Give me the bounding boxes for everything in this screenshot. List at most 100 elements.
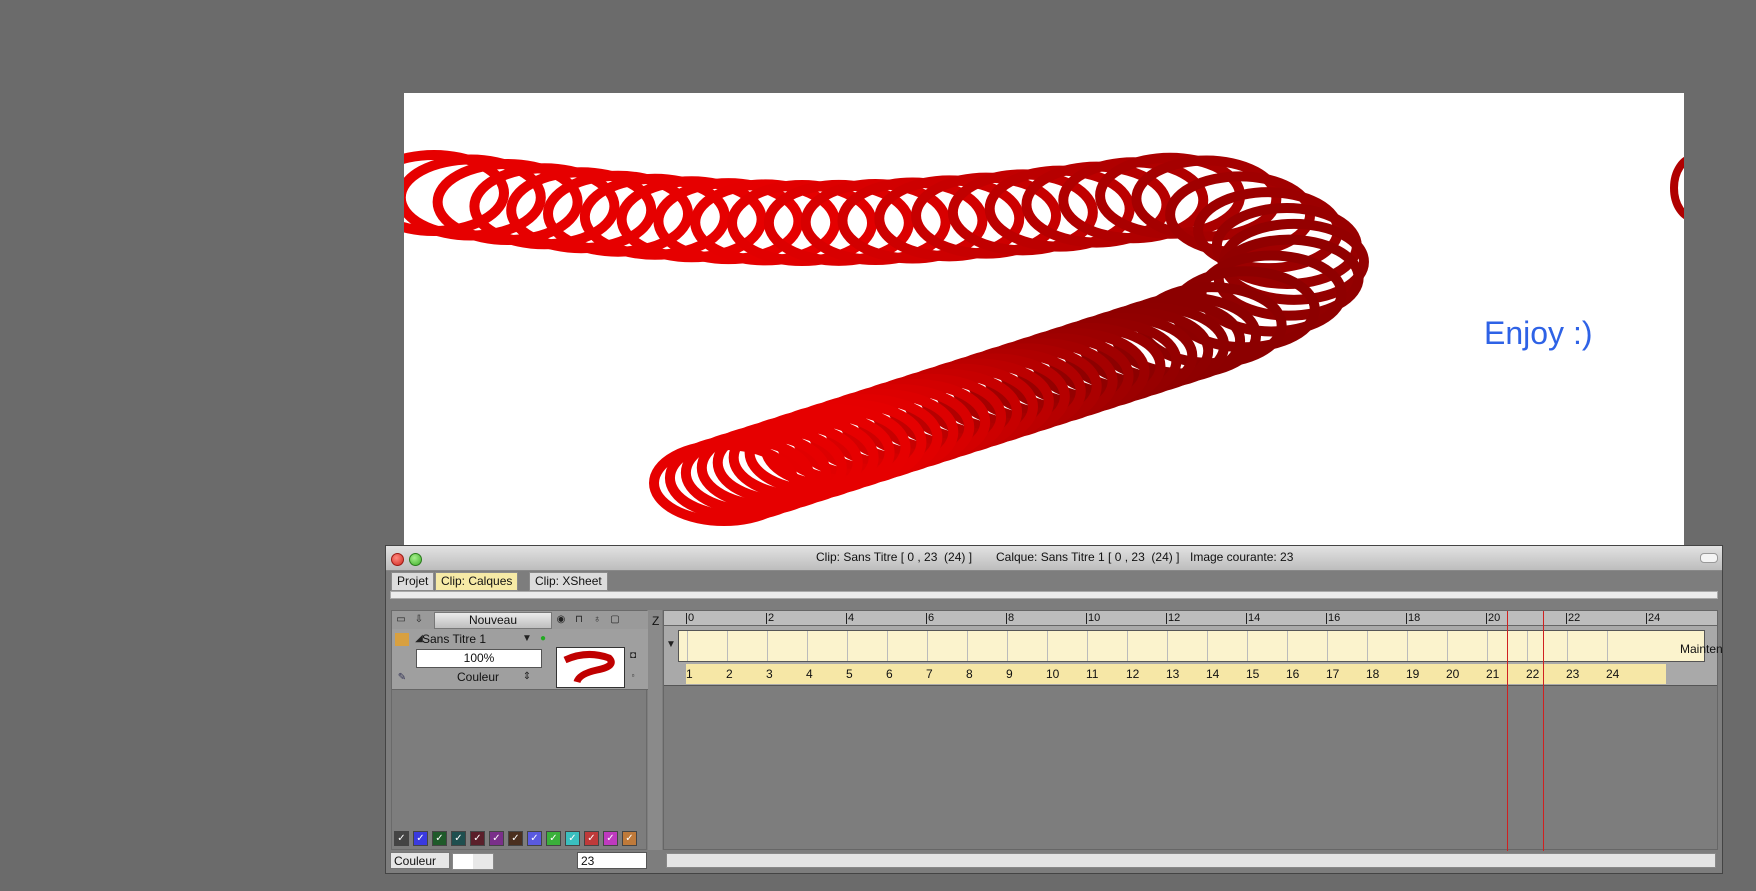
triangle-icon[interactable]: ◢ <box>412 632 426 645</box>
frame-cell[interactable] <box>847 631 848 661</box>
track-chevron-icon[interactable]: ▼ <box>664 638 678 651</box>
layer-type-icon <box>395 633 409 646</box>
frame-cell[interactable] <box>1127 631 1128 661</box>
ruler-tick: 4 <box>846 612 855 624</box>
timeline[interactable]: 0 2 4 6 8 10 12 14 16 18 20 22 24 ▼ 1 2 3 4 5 6 7 8 9 10 11 12 1… <box>663 610 1722 851</box>
frame-cell[interactable] <box>1487 631 1488 661</box>
frame-cell[interactable] <box>1367 631 1368 661</box>
frame-number: 13 <box>1166 667 1180 681</box>
frame-number: 7 <box>926 667 933 681</box>
close-icon[interactable] <box>391 553 404 566</box>
color-swatch[interactable]: ✓ <box>432 831 447 846</box>
layer-info: Calque: Sans Titre 1 [ 0 , 23 (24) ] <box>996 550 1180 564</box>
layer-name[interactable]: Sans Titre 1 <box>422 632 486 646</box>
frame-cell[interactable] <box>1447 631 1448 661</box>
frame-cell[interactable] <box>1047 631 1048 661</box>
frame-cell[interactable] <box>1527 631 1528 661</box>
ruler-tick: 20 <box>1486 612 1501 624</box>
frame-cell[interactable] <box>1007 631 1008 661</box>
color-swatch[interactable]: ✓ <box>489 831 504 846</box>
bottom-mode-select[interactable]: Couleur <box>390 852 450 869</box>
timeline-ruler[interactable]: 0 2 4 6 8 10 12 14 16 18 20 22 24 <box>664 611 1717 626</box>
frame-input[interactable]: 23 <box>577 852 647 869</box>
frame-cell[interactable] <box>1327 631 1328 661</box>
frame-number: 12 <box>1126 667 1140 681</box>
bulb-icon[interactable]: ♁ <box>590 613 604 626</box>
color-swatch[interactable]: ✓ <box>546 831 561 846</box>
frame-numbers: 1 2 3 4 5 6 7 8 9 10 11 12 13 14 15 16 17 18 19 20 21 22 23 24 <box>686 664 1666 684</box>
import-icon[interactable]: ⇩ <box>412 613 426 626</box>
mask-icon[interactable]: ◘ <box>626 649 640 662</box>
frame-number: 3 <box>766 667 773 681</box>
visible-dot-icon[interactable]: ● <box>536 632 550 645</box>
frame-cell[interactable] <box>687 631 688 661</box>
window-titlebar[interactable]: Clip: Sans Titre [ 0 , 23 (24) ] Calque:… <box>386 546 1722 571</box>
frame-cell[interactable] <box>887 631 888 661</box>
z-label: Z <box>652 614 660 628</box>
ruler-tick: 6 <box>926 612 935 624</box>
ruler-tick: 10 <box>1086 612 1101 624</box>
frame-cells[interactable] <box>678 630 1705 662</box>
frame-cell[interactable] <box>807 631 808 661</box>
color-swatch[interactable]: ✓ <box>603 831 618 846</box>
playhead-start[interactable] <box>1507 611 1508 851</box>
frame-number: 22 <box>1526 667 1540 681</box>
color-swatch[interactable]: ✓ <box>508 831 523 846</box>
folder-icon[interactable]: ▭ <box>394 613 408 626</box>
opacity-field[interactable]: 100% <box>416 649 542 668</box>
frame-cell[interactable] <box>1167 631 1168 661</box>
frame-icon[interactable]: ▢ <box>608 613 622 626</box>
color-swatch[interactable]: ✓ <box>413 831 428 846</box>
color-swatch[interactable]: ✓ <box>527 831 542 846</box>
frame-number: 15 <box>1246 667 1260 681</box>
tab-clip-xsheet[interactable]: Clip: XSheet <box>529 572 608 591</box>
ruler-tick: 24 <box>1646 612 1661 624</box>
frame-cell[interactable] <box>727 631 728 661</box>
frame-cell[interactable] <box>927 631 928 661</box>
frame-number: 16 <box>1286 667 1300 681</box>
tab-projet[interactable]: Projet <box>391 572 435 591</box>
color-swatch[interactable]: ✓ <box>622 831 637 846</box>
ruler-tick: 16 <box>1326 612 1341 624</box>
frame-number: 10 <box>1046 667 1060 681</box>
horizontal-scrollbar[interactable] <box>666 853 1716 868</box>
stepper-icon[interactable]: ⇕ <box>520 670 534 683</box>
frame-cell[interactable] <box>1087 631 1088 661</box>
frame-cell[interactable] <box>1287 631 1288 661</box>
lock-icon[interactable]: ⊓ <box>572 613 586 626</box>
chevron-down-icon[interactable]: ▼ <box>520 632 534 645</box>
color-swatch[interactable]: ✓ <box>394 831 409 846</box>
frame-cell[interactable] <box>967 631 968 661</box>
frame-number: 24 <box>1606 667 1620 681</box>
frame-cell[interactable] <box>1407 631 1408 661</box>
tab-clip-calques[interactable]: Clip: Calques <box>435 572 519 591</box>
frame-number: 2 <box>726 667 733 681</box>
frame-cell[interactable] <box>767 631 768 661</box>
eye-icon[interactable]: ◉ <box>554 613 568 626</box>
color-swatch[interactable]: ✓ <box>584 831 599 846</box>
hold-label: Maintenir <box>1680 642 1722 656</box>
current-color-swatch[interactable] <box>452 853 494 870</box>
frame-number: 21 <box>1486 667 1500 681</box>
zoom-icon[interactable] <box>409 553 422 566</box>
color-swatch[interactable]: ✓ <box>470 831 485 846</box>
pencil-icon: ✎ <box>397 672 407 683</box>
layer-divider[interactable] <box>648 610 662 850</box>
small-square-icon[interactable]: ▫ <box>626 669 640 682</box>
frame-cell[interactable] <box>1247 631 1248 661</box>
frame-cell[interactable] <box>1207 631 1208 661</box>
frame-cell[interactable] <box>1567 631 1568 661</box>
frame-number: 11 <box>1086 667 1099 681</box>
drawing-canvas[interactable]: Enjoy :) <box>404 93 1684 545</box>
new-layer-button[interactable]: Nouveau <box>434 612 552 629</box>
playhead-end[interactable] <box>1543 611 1544 851</box>
color-swatch[interactable]: ✓ <box>451 831 466 846</box>
ruler-tick: 0 <box>686 612 695 624</box>
layer-row[interactable]: ✎ Sans Titre 1 ◢ ▼ ● 100% Couleur ⇕ ◘ ▫ <box>392 629 648 690</box>
ruler-tick: 22 <box>1566 612 1581 624</box>
timeline-track: ▼ 1 2 3 4 5 6 7 8 9 10 11 12 13 14 15 16 17 18 19 20 21 22 23 2… <box>664 626 1722 686</box>
frame-number: 20 <box>1446 667 1460 681</box>
collapse-icon[interactable] <box>1700 553 1718 563</box>
color-swatch[interactable]: ✓ <box>565 831 580 846</box>
frame-cell[interactable] <box>1607 631 1608 661</box>
